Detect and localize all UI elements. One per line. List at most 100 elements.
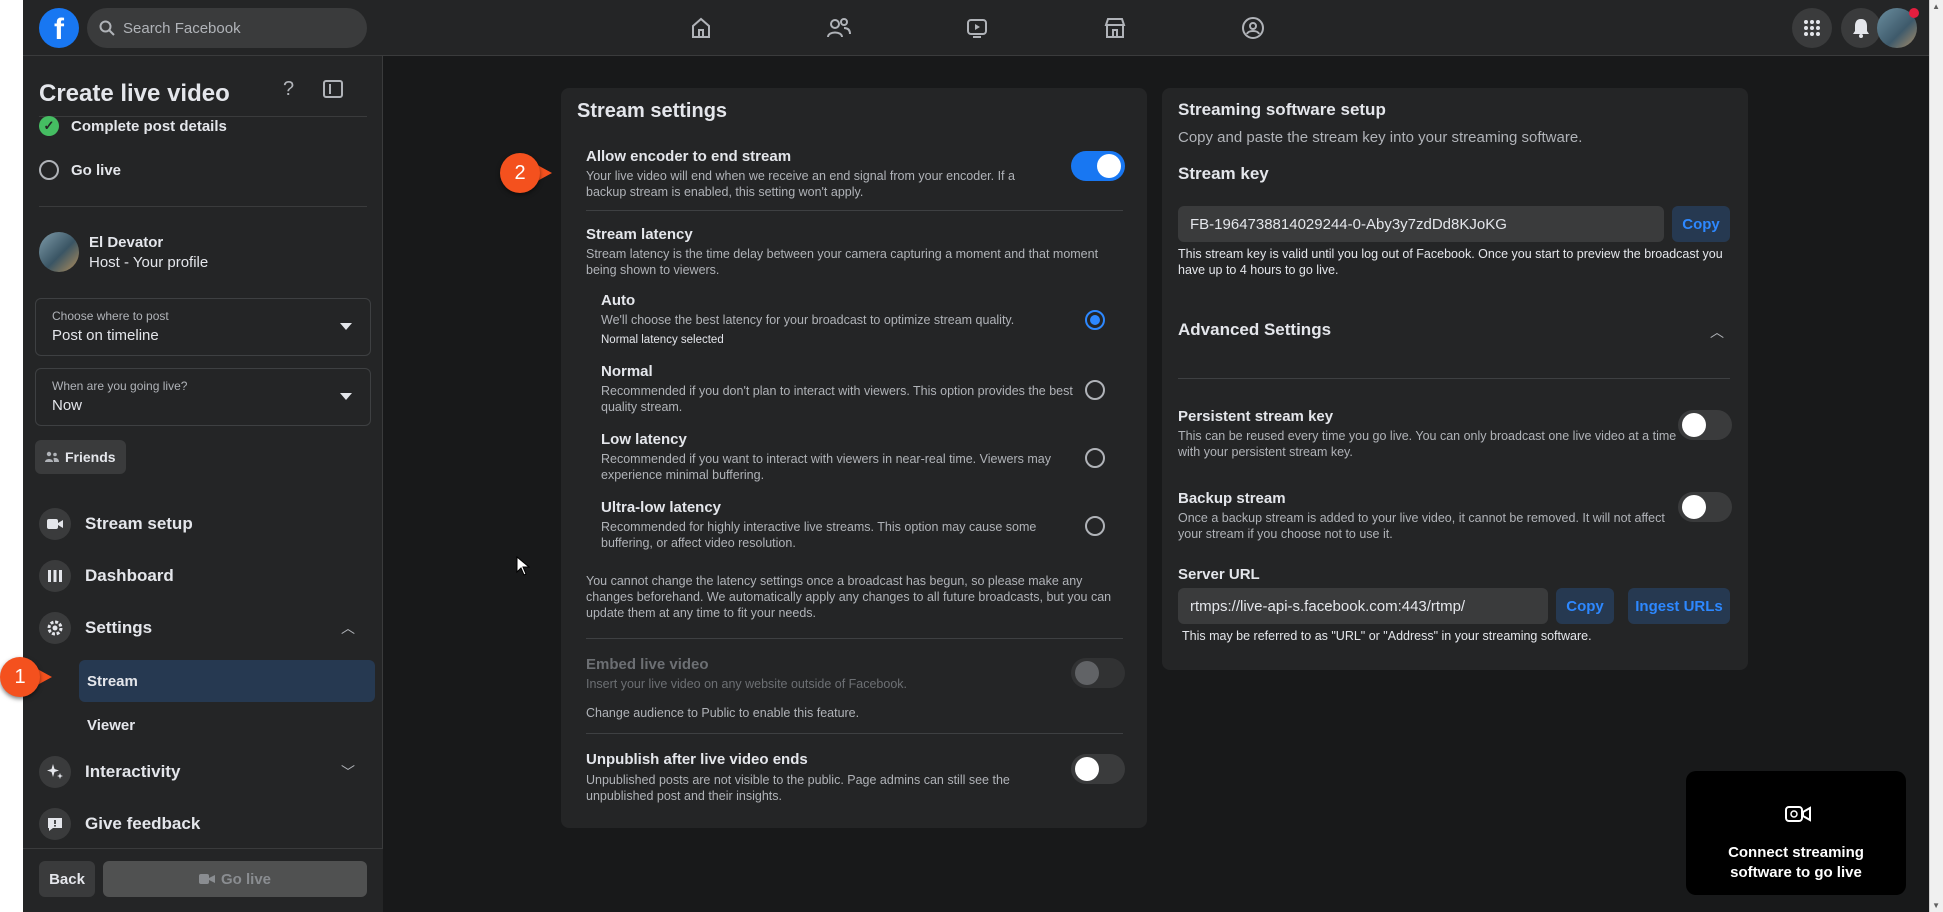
sidebar-title: Create live video xyxy=(39,80,230,107)
scrollbar[interactable]: ▲ ▼ xyxy=(1929,0,1943,912)
persistent-key-toggle[interactable] xyxy=(1678,410,1732,440)
host-avatar xyxy=(39,232,79,272)
live-camera-icon xyxy=(198,874,215,884)
toggle-knob xyxy=(1075,661,1099,685)
video-camera-icon xyxy=(1785,806,1811,822)
divider xyxy=(1178,378,1730,379)
facebook-logo[interactable]: f xyxy=(39,8,79,48)
unpublish-description: Unpublished posts are not visible to the… xyxy=(586,773,1010,803)
divider xyxy=(39,206,367,207)
step-complete-post-details[interactable]: ✓ Complete post details xyxy=(39,116,227,136)
friends-icon[interactable] xyxy=(819,8,859,48)
where-to-post-select[interactable]: Choose where to post Post on timeline xyxy=(35,298,371,356)
search-input[interactable] xyxy=(123,19,353,37)
callout-number: 2 xyxy=(514,162,526,184)
select-value: Post on timeline xyxy=(52,327,159,344)
persistent-key-description: This can be reused every time you go liv… xyxy=(1178,429,1677,459)
search-icon xyxy=(99,20,115,36)
encoder-end-toggle[interactable] xyxy=(1071,151,1125,181)
ingest-urls-button[interactable]: Ingest URLs xyxy=(1628,588,1730,624)
connect-software-card: Connect streaming software to go live xyxy=(1686,771,1906,895)
latency-option-title: Normal xyxy=(601,363,653,380)
search-box[interactable] xyxy=(87,8,367,48)
select-value: Now xyxy=(52,397,83,414)
advanced-settings-title[interactable]: Advanced Settings xyxy=(1178,320,1331,340)
encoder-title: Allow encoder to end stream xyxy=(586,148,792,165)
divider xyxy=(586,733,1123,734)
latency-option-title: Auto xyxy=(601,292,636,309)
chevron-up-icon[interactable]: ︿ xyxy=(1710,322,1724,342)
panel-subtitle: Copy and paste the stream key into your … xyxy=(1178,129,1583,146)
backup-stream-title: Backup stream xyxy=(1178,490,1286,507)
collapse-sidebar-icon[interactable] xyxy=(323,80,343,98)
latency-option-note: Normal latency selected xyxy=(601,334,724,346)
camera-icon xyxy=(39,508,71,540)
notification-dot xyxy=(1909,8,1919,18)
sidebar-subitem-viewer[interactable]: Viewer xyxy=(79,704,375,746)
callout-marker-1: 1 xyxy=(0,657,52,697)
latency-option-description: Recommended if you don't plan to interac… xyxy=(601,384,1073,414)
server-url-note: This may be referred to as "URL" or "Add… xyxy=(1182,629,1592,643)
sparkle-icon xyxy=(39,756,71,788)
latency-title: Stream latency xyxy=(586,226,693,243)
stream-key-note: This stream key is valid until you log o… xyxy=(1178,247,1723,277)
toggle-knob xyxy=(1682,495,1706,519)
backup-stream-description: Once a backup stream is added to your li… xyxy=(1178,511,1665,541)
latency-low-radio[interactable] xyxy=(1085,448,1105,468)
connect-message: Connect streaming software to go live xyxy=(1728,844,1864,881)
latency-option-title: Ultra-low latency xyxy=(601,499,722,516)
toggle-knob xyxy=(1075,757,1099,781)
back-button[interactable]: Back xyxy=(39,861,95,897)
sidebar-item-give-feedback[interactable]: Give feedback xyxy=(35,802,371,846)
audience-button[interactable]: Friends xyxy=(35,440,126,474)
sidebar-item-label: Give feedback xyxy=(85,814,201,833)
audience-label: Friends xyxy=(65,449,116,465)
sidebar-item-label: Stream setup xyxy=(85,514,193,533)
latency-normal-radio[interactable] xyxy=(1085,380,1105,400)
marketplace-icon[interactable] xyxy=(1095,8,1135,48)
scroll-down-arrow-icon[interactable]: ▼ xyxy=(1932,901,1940,910)
sidebar-subitem-stream[interactable]: Stream xyxy=(79,660,375,702)
sidebar-item-label: Dashboard xyxy=(85,566,174,585)
step-label: Complete post details xyxy=(71,117,227,135)
sidebar-item-stream-setup[interactable]: Stream setup xyxy=(35,502,371,546)
unpublish-title: Unpublish after live video ends xyxy=(586,751,808,768)
menu-grid-icon[interactable] xyxy=(1792,8,1832,48)
copy-url-button[interactable]: Copy xyxy=(1556,588,1614,624)
unpublish-toggle[interactable] xyxy=(1071,754,1125,784)
server-url-field[interactable]: rtmps://live-api-s.facebook.com:443/rtmp… xyxy=(1178,588,1548,624)
notifications-icon[interactable] xyxy=(1841,8,1881,48)
sidebar-item-dashboard[interactable]: Dashboard xyxy=(35,554,371,598)
help-icon[interactable]: ? xyxy=(283,78,294,101)
scroll-up-arrow-icon[interactable]: ▲ xyxy=(1932,2,1940,11)
sidebar-item-interactivity[interactable]: Interactivity ﹀ xyxy=(35,750,371,794)
when-going-live-select[interactable]: When are you going live? Now xyxy=(35,368,371,426)
latency-option-title: Low latency xyxy=(601,431,687,448)
embed-title: Embed live video xyxy=(586,656,709,673)
people-icon xyxy=(45,451,59,462)
go-live-button[interactable]: Go live xyxy=(103,861,367,897)
copy-key-button[interactable]: Copy xyxy=(1672,206,1730,242)
chevron-down-icon: ﹀ xyxy=(341,764,355,780)
encoder-description: Your live video will end when we receive… xyxy=(586,169,1015,199)
home-icon[interactable] xyxy=(681,8,721,48)
latency-option-description: Recommended if you want to interact with… xyxy=(601,452,1051,482)
callout-number: 1 xyxy=(14,666,26,688)
create-live-sidebar: Create live video ? ✓ Complete post deta… xyxy=(23,56,383,912)
latency-auto-radio[interactable] xyxy=(1085,310,1105,330)
select-label: Choose where to post xyxy=(52,309,169,323)
backup-stream-toggle[interactable] xyxy=(1678,492,1732,522)
latency-option-description: We'll choose the best latency for your b… xyxy=(601,313,1015,327)
sidebar-item-settings[interactable]: Settings ︿ xyxy=(35,606,371,650)
select-label: When are you going live? xyxy=(52,379,188,393)
stream-key-field[interactable]: FB-1964738814029244-0-Aby3y7zdDd8KJoKG xyxy=(1178,206,1664,242)
step-go-live[interactable]: Go live xyxy=(39,160,121,180)
divider xyxy=(586,638,1123,639)
watch-icon[interactable] xyxy=(957,8,997,48)
groups-icon[interactable] xyxy=(1233,8,1273,48)
empty-circle-icon xyxy=(39,160,59,180)
profile-avatar[interactable] xyxy=(1877,8,1919,48)
latency-ultra-low-radio[interactable] xyxy=(1085,516,1105,536)
sidebar-item-label: Interactivity xyxy=(85,762,181,781)
embed-toggle[interactable] xyxy=(1071,658,1125,688)
